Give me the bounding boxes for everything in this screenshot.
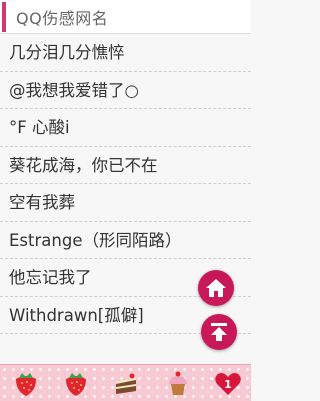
- tab-strawberry-2[interactable]: [60, 367, 92, 399]
- header-accent-bar: [2, 2, 6, 32]
- list-item[interactable]: °F 心酸i: [0, 109, 251, 147]
- heart-badge: 1: [224, 378, 232, 391]
- scroll-to-top-button[interactable]: [201, 314, 237, 350]
- list-item[interactable]: Estrange（形同陌路）: [0, 222, 251, 259]
- scroll-to-top-icon: [211, 323, 227, 341]
- list-item[interactable]: 葵花成海，你已不在: [0, 147, 251, 184]
- tab-heart[interactable]: 1: [212, 367, 244, 399]
- list-item[interactable]: 几分泪几分憔悴: [0, 34, 251, 72]
- strawberry-icon: [66, 373, 86, 396]
- heart-icon: 1: [215, 373, 241, 395]
- strawberry-icon: [16, 373, 36, 396]
- home-button[interactable]: [198, 270, 234, 306]
- home-icon: [206, 279, 226, 297]
- cake-icon: [116, 373, 136, 394]
- tab-cupcake[interactable]: [162, 367, 194, 399]
- bottom-tab-bar: 1: [0, 364, 251, 401]
- list-item[interactable]: @我想我爱错了○: [0, 72, 251, 109]
- app-header: QQ伤感网名: [0, 0, 251, 34]
- tab-cake[interactable]: [110, 367, 142, 399]
- page-title: QQ伤感网名: [16, 9, 109, 28]
- list-item[interactable]: 空有我葬: [0, 184, 251, 222]
- tab-strawberry-1[interactable]: [10, 367, 42, 399]
- cupcake-icon: [169, 371, 187, 395]
